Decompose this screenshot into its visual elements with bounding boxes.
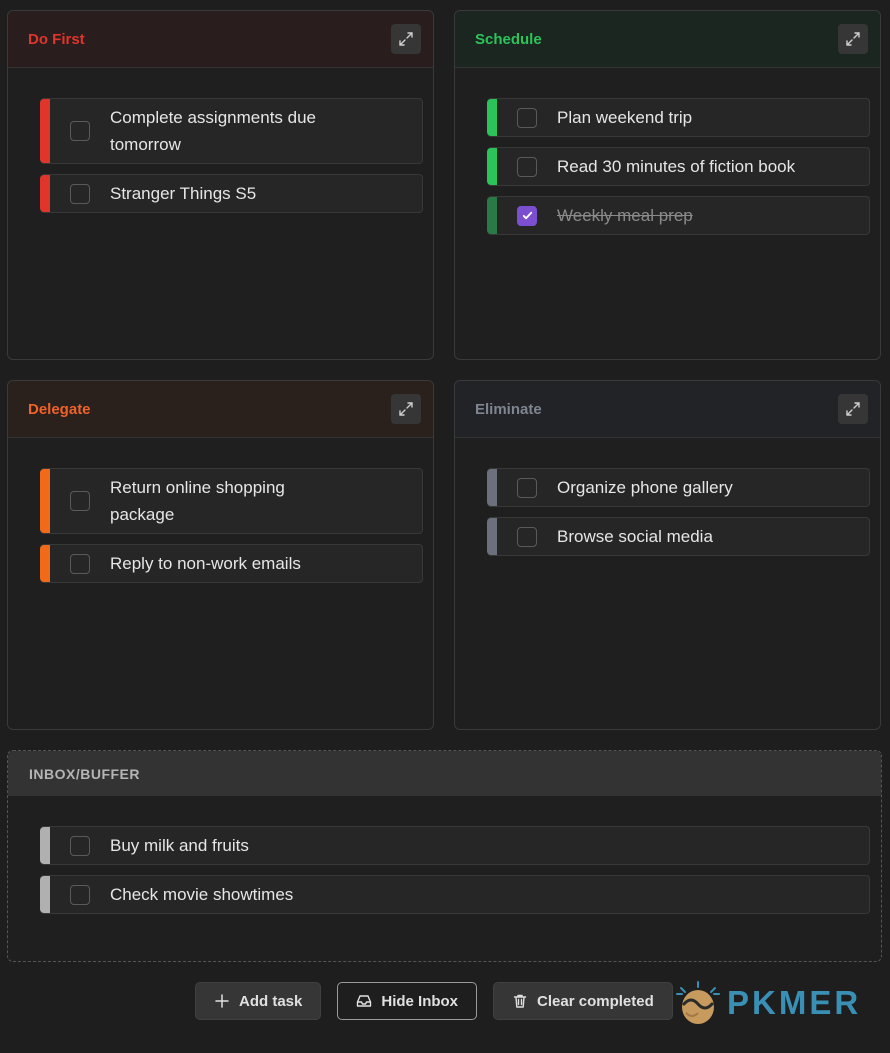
task-list: Complete assignments due tomorrow Strang… xyxy=(8,68,433,213)
quadrant-header: Delegate xyxy=(8,381,433,438)
add-task-button[interactable]: Add task xyxy=(195,982,322,1020)
task-checkbox[interactable] xyxy=(70,835,90,856)
task-item[interactable]: Organize phone gallery xyxy=(487,468,870,507)
quadrant-delegate: Delegate Return online shopping package … xyxy=(7,380,434,730)
task-checkbox[interactable] xyxy=(517,156,537,177)
task-list: Plan weekend trip Read 30 minutes of fic… xyxy=(455,68,880,235)
task-checkbox[interactable] xyxy=(517,526,537,547)
expand-button[interactable] xyxy=(391,394,421,424)
trash-icon xyxy=(513,994,527,1008)
task-text: Stranger Things S5 xyxy=(110,184,257,203)
hide-inbox-label: Hide Inbox xyxy=(381,992,459,1010)
task-checkbox[interactable] xyxy=(70,121,90,141)
inbox-title: INBOX/BUFFER xyxy=(29,765,140,782)
task-checkbox[interactable] xyxy=(70,491,90,511)
clear-completed-button[interactable]: Clear completed xyxy=(493,982,673,1020)
priority-bar xyxy=(487,148,497,185)
task-item[interactable]: Complete assignments due tomorrow xyxy=(40,98,423,164)
expand-icon xyxy=(399,32,413,46)
task-list: Buy milk and fruits Check movie showtime… xyxy=(8,796,881,914)
priority-bar xyxy=(40,469,50,533)
priority-bar xyxy=(40,175,50,212)
task-checkbox[interactable] xyxy=(70,183,90,204)
task-text: Plan weekend trip xyxy=(557,108,693,127)
priority-bar xyxy=(40,99,50,163)
add-task-label: Add task xyxy=(239,992,303,1010)
task-checkbox[interactable] xyxy=(517,477,537,498)
expand-button[interactable] xyxy=(838,24,868,54)
plus-icon xyxy=(215,994,229,1008)
task-item[interactable]: Check movie showtimes xyxy=(40,875,870,914)
task-item[interactable]: Reply to non-work emails xyxy=(40,544,423,583)
pkmer-watermark-text: PKMER xyxy=(727,984,862,1021)
task-text: Organize phone gallery xyxy=(557,478,733,497)
task-item[interactable]: Browse social media xyxy=(487,517,870,556)
task-text: Buy milk and fruits xyxy=(110,836,249,855)
task-item[interactable]: Stranger Things S5 xyxy=(40,174,423,213)
quadrant-do-first: Do First Complete assignments due tomorr… xyxy=(7,10,434,360)
footer-toolbar: Add task Hide Inbox Clear completed xyxy=(195,982,673,1020)
quadrant-header: Eliminate xyxy=(455,381,880,438)
priority-bar xyxy=(487,197,497,234)
task-text: Complete assignments due tomorrow xyxy=(110,108,317,154)
pkmer-logo-icon xyxy=(676,981,720,1024)
task-checkbox-checked[interactable] xyxy=(517,205,537,226)
quadrant-header: Do First xyxy=(8,11,433,68)
task-text: Return online shopping package xyxy=(110,478,285,524)
task-checkbox[interactable] xyxy=(70,884,90,905)
quadrant-title: Do First xyxy=(28,30,85,48)
inbox-icon xyxy=(357,995,372,1007)
quadrant-schedule: Schedule Plan weekend trip Read 30 minut… xyxy=(454,10,881,360)
task-text: Reply to non-work emails xyxy=(110,554,301,573)
expand-icon xyxy=(846,32,860,46)
task-item[interactable]: Buy milk and fruits xyxy=(40,826,870,865)
task-text: Weekly meal prep xyxy=(557,206,693,225)
priority-bar xyxy=(40,545,50,582)
check-icon xyxy=(522,211,532,220)
priority-bar xyxy=(40,876,50,913)
quadrant-eliminate: Eliminate Organize phone gallery Browse … xyxy=(454,380,881,730)
task-item[interactable]: Return online shopping package xyxy=(40,468,423,534)
task-text: Browse social media xyxy=(557,527,713,546)
priority-bar xyxy=(487,469,497,506)
hide-inbox-button[interactable]: Hide Inbox xyxy=(337,982,478,1020)
expand-icon xyxy=(399,402,413,416)
quadrant-title: Schedule xyxy=(475,30,542,48)
task-text: Read 30 minutes of fiction book xyxy=(557,157,796,176)
inbox-header: INBOX/BUFFER xyxy=(8,751,881,796)
expand-button[interactable] xyxy=(391,24,421,54)
priority-bar xyxy=(40,827,50,864)
task-list: Organize phone gallery Browse social med… xyxy=(455,438,880,556)
expand-button[interactable] xyxy=(838,394,868,424)
quadrant-title: Delegate xyxy=(28,400,91,418)
task-item-completed[interactable]: Weekly meal prep xyxy=(487,196,870,235)
task-checkbox[interactable] xyxy=(70,553,90,574)
quadrant-title: Eliminate xyxy=(475,400,542,418)
priority-bar xyxy=(487,518,497,555)
clear-completed-label: Clear completed xyxy=(537,992,654,1010)
task-list: Return online shopping package Reply to … xyxy=(8,438,433,583)
quadrant-header: Schedule xyxy=(455,11,880,68)
task-checkbox[interactable] xyxy=(517,107,537,128)
task-item[interactable]: Plan weekend trip xyxy=(487,98,870,137)
task-item[interactable]: Read 30 minutes of fiction book xyxy=(487,147,870,186)
pkmer-watermark: PKMER xyxy=(675,980,861,1026)
inbox-buffer: INBOX/BUFFER Buy milk and fruits Check m… xyxy=(7,750,882,962)
priority-bar xyxy=(487,99,497,136)
task-text: Check movie showtimes xyxy=(110,885,294,904)
expand-icon xyxy=(846,402,860,416)
